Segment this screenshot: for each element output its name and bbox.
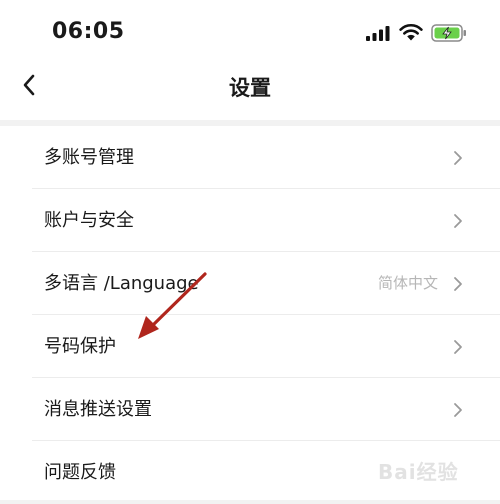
chevron-right-icon <box>454 403 462 417</box>
chevron-right-icon <box>454 214 462 228</box>
watermark-logo: Bai经验 <box>378 448 482 488</box>
page-title: 设置 <box>229 76 271 100</box>
settings-item-language[interactable]: 多语言 /Language 简体中文 <box>0 252 500 315</box>
settings-item-account-security[interactable]: 账户与安全 <box>0 189 500 252</box>
nav-bar: 设置 <box>0 62 500 120</box>
settings-item-multi-account[interactable]: 多账号管理 <box>0 126 500 189</box>
wifi-icon <box>399 23 423 41</box>
chevron-right-icon <box>454 277 462 291</box>
settings-item-label: 多语言 /Language <box>44 273 199 294</box>
settings-item-label: 问题反馈 <box>44 462 116 483</box>
settings-item-value: 简体中文 <box>377 274 438 292</box>
chevron-right-icon <box>454 151 462 165</box>
status-bar: 06:05 <box>0 0 500 62</box>
settings-item-number-protection[interactable]: 号码保护 <box>0 315 500 378</box>
chevron-right-icon <box>454 340 462 354</box>
settings-item-label: 账户与安全 <box>44 210 134 231</box>
battery-charging-icon <box>431 24 466 42</box>
settings-item-label: 多账号管理 <box>44 147 134 168</box>
settings-item-label: 号码保护 <box>44 336 116 357</box>
cellular-signal-icon <box>366 26 390 41</box>
settings-item-label: 消息推送设置 <box>44 399 152 420</box>
status-time: 06:05 <box>52 19 125 44</box>
settings-item-push-notifications[interactable]: 消息推送设置 <box>0 378 500 441</box>
settings-list: 多账号管理 账户与安全 多语言 /Language 简体中文 号码保护 消息推送… <box>0 126 500 500</box>
watermark-text: Bai经验 <box>378 460 459 484</box>
